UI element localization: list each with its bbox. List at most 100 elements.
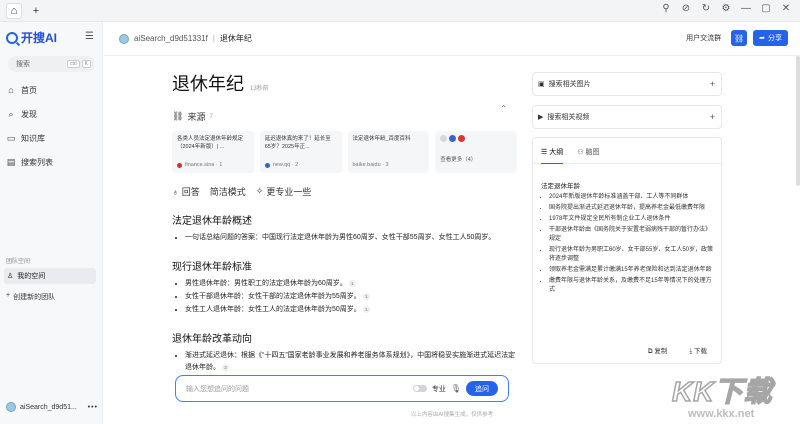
related-videos-button[interactable]: ▶ 搜索相关视频 +	[532, 105, 722, 129]
sidebar-item-search-list[interactable]: ▤ 搜索列表	[6, 150, 98, 174]
copy-button[interactable]: ⧉ 复制	[648, 345, 667, 356]
home-icon[interactable]: ⌂	[6, 2, 22, 19]
search-input[interactable]: 搜索 ctrl K	[8, 56, 95, 72]
citation-badge[interactable]: 1	[362, 292, 370, 300]
create-team-button[interactable]: + 创建新的团队	[6, 292, 55, 302]
compass-icon[interactable]: ⊘	[680, 3, 692, 14]
tab-mindmap[interactable]: ⚇ 脑图	[577, 147, 599, 163]
logo[interactable]: 开搜AI	[6, 29, 57, 46]
user-group-link[interactable]: 用户交流群	[686, 33, 721, 43]
logo-icon	[6, 31, 18, 44]
maximize-icon[interactable]: ▢	[760, 3, 772, 14]
breadcrumb-current: 退休年纪	[219, 34, 252, 43]
citation-badge[interactable]: 1	[362, 305, 370, 313]
chevron-up-icon[interactable]: ⌃	[500, 104, 507, 113]
section-list: 一句话总结问题的答案：中国现行法定退休年龄为男性60周岁、女性干部55周岁、女性…	[172, 232, 517, 244]
ask-button[interactable]: 追问	[466, 381, 498, 396]
sidebar-nav: ⌂ 首页 ⌕ 发现 ▭ 知识库 ▤ 搜索列表	[6, 78, 98, 174]
breadcrumb-separator: |	[212, 34, 215, 43]
minimize-icon[interactable]: —	[740, 3, 752, 14]
refresh-icon[interactable]: ↻	[700, 3, 712, 14]
tab-professional[interactable]: ✧ 更专业一些	[256, 185, 312, 198]
search-shortcut: ctrl K	[66, 60, 91, 68]
tab-outline[interactable]: ☰ 大纲	[541, 147, 564, 164]
outline-item[interactable]: 国务院提出渐进式延迟退休年龄，提高养老金最低缴费年限	[549, 204, 715, 213]
new-tab-button[interactable]: +	[28, 3, 44, 19]
tab-label: 大纲	[549, 149, 564, 156]
pin-icon[interactable]: ⚲	[660, 3, 672, 14]
outline-panel: ☰ 大纲 ⚇ 脑图 法定退休年龄 2024年新版退休年龄标准涵盖干部、工人等不同…	[532, 137, 722, 364]
source-title: 法定退休年龄_百度百科	[352, 136, 411, 142]
outline-item[interactable]: 1978年文件规定全民所有制企业工人退休条件	[549, 215, 715, 224]
citation-badge[interactable]: 2	[222, 363, 229, 371]
download-icon: ⤓	[689, 348, 693, 355]
sidebar-item-discover[interactable]: ⌕ 发现	[6, 102, 98, 126]
sources-count: 7	[209, 113, 213, 120]
watermark-logo: KK下载	[671, 375, 773, 408]
answer-panel: 退休年纪 13秒前 ⛓ 来源 7 ⌃ 各类人员法定退休年龄规定（2024年新版）…	[172, 70, 517, 375]
breadcrumb: aiSearch_d9d51331f | 退休年纪	[119, 33, 252, 44]
sources-label: 来源	[187, 112, 206, 122]
list-item: 女性干部退休年龄：女性干部的法定退休年龄为55周岁。1	[185, 291, 517, 303]
more-sources-icons	[440, 135, 512, 142]
ask-label: 追问	[475, 385, 489, 393]
sidebar-item-home[interactable]: ⌂ 首页	[6, 78, 98, 102]
sidebar-item-knowledge[interactable]: ▭ 知识库	[6, 126, 98, 150]
outline-item[interactable]: 干部退休年龄由《国务院关于安置老弱病残干部的暂行办法》规定	[549, 226, 715, 244]
outline-item[interactable]: 2024年新版退休年龄标准涵盖干部、工人等不同群体	[549, 193, 715, 202]
list-item-text: 男性退休年龄：男性职工的法定退休年龄为60周岁。	[185, 280, 347, 287]
source-cards: 各类人员法定退休年龄规定（2024年新版）| ... finance.sina …	[172, 131, 517, 173]
link-icon[interactable]: ⛓	[731, 30, 748, 46]
source-card[interactable]: 延迟退休真的来了！延长至65岁？2025年正... new.qq · 2	[259, 131, 342, 173]
scrollbar[interactable]	[796, 56, 800, 186]
close-icon[interactable]: ✕	[780, 3, 792, 14]
tab-answer[interactable]: ♁ 回答	[172, 185, 200, 198]
pro-mode-toggle[interactable]	[412, 385, 427, 392]
tab-label: 更专业一些	[266, 187, 312, 197]
outline-item[interactable]: 现行退休年龄为男职工60岁、女干部55岁、女工人50岁，政策将逐步调整	[549, 246, 715, 264]
bulb-icon: ♁	[172, 186, 179, 197]
my-space-label: 我的空间	[17, 273, 46, 280]
site-icon	[458, 135, 466, 142]
list-item: 渐进式延迟退休：根据《“十四五”国家老龄事业发展和养老服务体系规划》，中国将稳妥…	[185, 350, 517, 374]
link-icon: ⛓	[172, 111, 184, 121]
source-meta: finance.sina · 1	[177, 161, 222, 169]
microphone-icon[interactable]: 🎙	[451, 384, 461, 393]
share-label: 分享	[768, 35, 782, 42]
collapse-sidebar-icon[interactable]: ☰	[85, 31, 94, 42]
timestamp: 13秒前	[250, 86, 269, 92]
tab-label: 回答	[181, 187, 200, 197]
list-item-text: 渐进式延迟退休：根据《“十四五”国家老龄事业发展和养老服务体系规划》，中国将稳妥…	[185, 352, 516, 371]
source-card[interactable]: 法定退休年龄_百度百科 baike.baidu · 3	[347, 131, 430, 173]
related-images-button[interactable]: ▣ 搜索相关图片 +	[532, 72, 722, 96]
section-heading: 法定退休年龄概述	[172, 216, 252, 227]
user-icon: ♙	[7, 273, 14, 280]
more-icon[interactable]: •••	[88, 404, 98, 411]
team-space-label: 团队空间	[6, 259, 31, 265]
outline-item[interactable]: 缴费年限与退休年龄关系，及缴费不足15年等情况下的处理方式	[549, 277, 715, 295]
more-sources-card[interactable]: 查看更多（4）	[435, 131, 517, 173]
source-meta: new.qq · 2	[264, 161, 298, 169]
download-label: 下载	[694, 348, 707, 355]
download-button[interactable]: ⤓ 下载	[689, 345, 707, 356]
tab-concise[interactable]: 简洁模式	[210, 185, 246, 198]
user-profile[interactable]: aiSearch_d9d51... •••	[6, 402, 98, 412]
source-card[interactable]: 各类人员法定退休年龄规定（2024年新版）| ... finance.sina …	[172, 131, 254, 173]
title-bar: ⌂ + ⚲ ⊘ ↻ ⚙ — ▢ ✕	[0, 0, 800, 22]
create-team-label: 创建新的团队	[13, 294, 56, 301]
outline-tabs: ☰ 大纲 ⚇ 脑图	[533, 138, 721, 164]
citation-badge[interactable]: 1	[348, 279, 356, 287]
kbd-ctrl: ctrl	[66, 60, 80, 68]
tab-label: 脑图	[585, 149, 600, 156]
outline-item[interactable]: 领取养老金需满足累计缴满15年养老保险和达到法定退休年龄	[549, 266, 715, 275]
question-title: 退休年纪	[172, 74, 244, 94]
site-icon	[264, 162, 270, 168]
settings-icon[interactable]: ⚙	[720, 3, 732, 14]
plus-icon: +	[709, 79, 715, 89]
list-item-text: 女性工人退休年龄：女性工人的法定退休年龄为50周岁。	[185, 306, 361, 313]
avatar	[6, 402, 16, 412]
sidebar-item-my-space[interactable]: ♙ 我的空间	[4, 268, 96, 284]
breadcrumb-user[interactable]: aiSearch_d9d51331f	[134, 34, 208, 43]
followup-input[interactable]: 输入您想追问的问题 专业 🎙 追问	[175, 375, 509, 402]
share-button[interactable]: ➦ 分享	[753, 30, 788, 46]
